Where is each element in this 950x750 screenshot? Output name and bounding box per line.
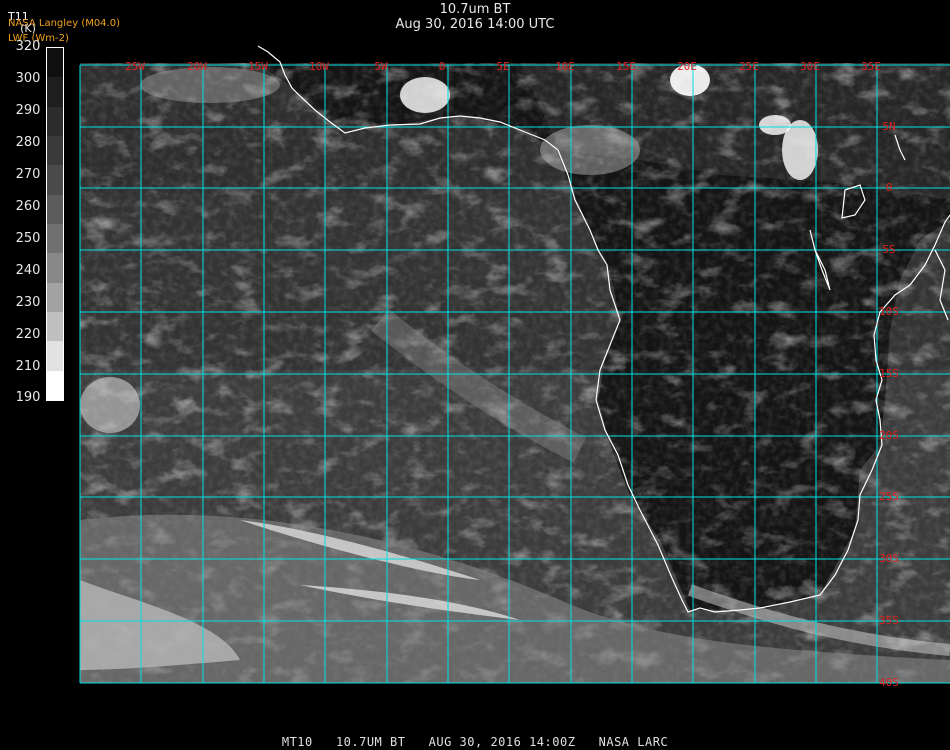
latitude-label: 25S xyxy=(879,490,899,503)
footer-channel: 10.7UM BT xyxy=(335,735,406,749)
longitude-label: 10W xyxy=(309,60,329,73)
longitude-label: 20W xyxy=(187,60,207,73)
footer-satellite: MT10 xyxy=(281,735,313,749)
longitude-label: 35E xyxy=(861,60,881,73)
longitude-label: 15W xyxy=(248,60,268,73)
latitude-label: 10S xyxy=(879,305,899,318)
latitude-label: 35S xyxy=(879,614,899,627)
latitude-label: 0 xyxy=(886,181,893,194)
longitude-label: 10E xyxy=(555,60,575,73)
latitude-label: 20S xyxy=(879,429,899,442)
latitude-label: 15S xyxy=(879,367,899,380)
footer-agency: NASA LARC xyxy=(598,735,669,749)
longitude-label: 25W xyxy=(125,60,145,73)
longitude-label: 15E xyxy=(616,60,636,73)
latitude-label: 5N xyxy=(882,120,895,133)
latitude-label: 5S xyxy=(882,243,895,256)
longitude-label: 5W xyxy=(374,60,388,73)
status-footer: MT10 10.7UM BT AUG 30, 2016 14:00Z NASA … xyxy=(0,735,950,749)
satellite-map: 25W 20W 15W 10W 5W 0 5E 10E 15E 20E 25E 30E 35E 5N 0 5… xyxy=(79,45,950,689)
longitude-label: 30E xyxy=(800,60,820,73)
longitude-label: 20E xyxy=(677,60,697,73)
footer-date: AUG 30, 2016 14:00Z xyxy=(428,735,576,749)
latitude-label: 40S xyxy=(879,676,899,689)
latitude-label: 30S xyxy=(879,552,899,565)
longitude-label: 5E xyxy=(496,60,509,73)
imagery-layer xyxy=(80,63,950,683)
longitude-label: 25E xyxy=(739,60,759,73)
longitude-label: 0 xyxy=(439,60,446,73)
